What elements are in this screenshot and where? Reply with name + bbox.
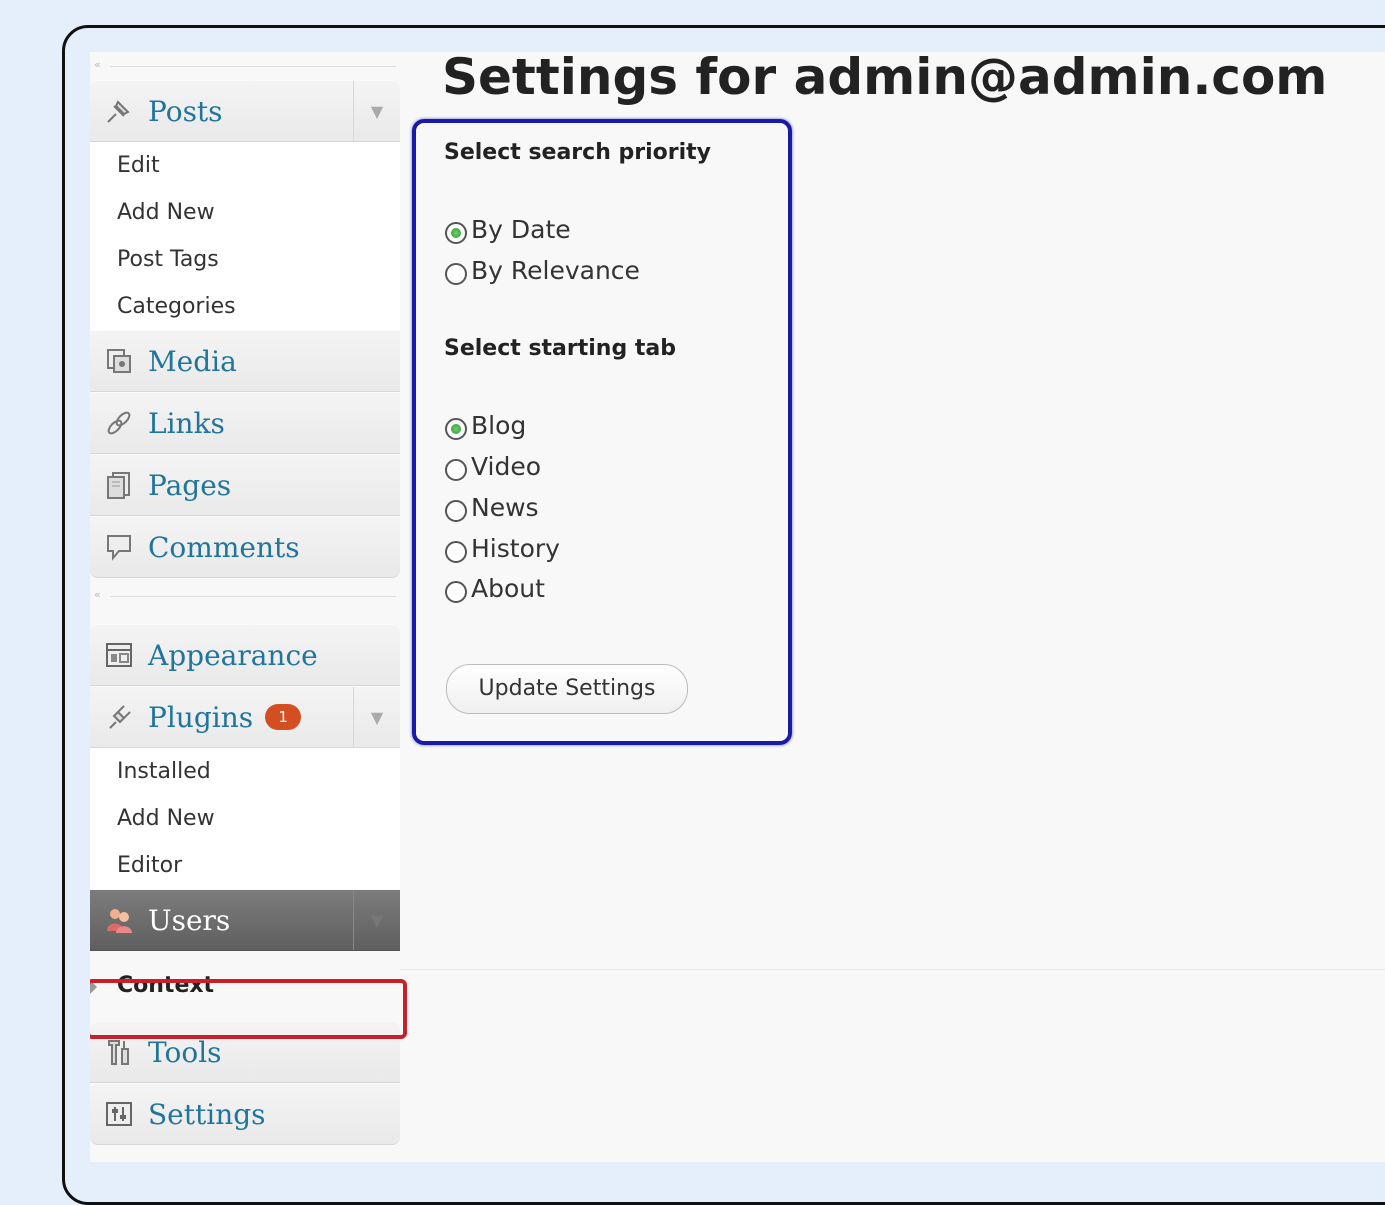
submenu-item-editor[interactable]: Editor xyxy=(90,842,400,889)
radio-label: By Relevance xyxy=(471,256,640,285)
pushpin-icon xyxy=(102,94,136,128)
tools-icon xyxy=(102,1035,136,1069)
radio-by-relevance[interactable]: By Relevance xyxy=(445,256,640,285)
chevron-down-icon[interactable]: ▼ xyxy=(353,81,400,141)
radio-blog[interactable]: Blog xyxy=(445,411,526,440)
menu-plugins-label: Plugins xyxy=(148,700,254,734)
menu-posts[interactable]: Posts ▼ xyxy=(90,80,400,142)
radio-button[interactable] xyxy=(445,262,467,285)
users-icon xyxy=(102,903,136,937)
divider-line xyxy=(400,969,1385,970)
submenu-item-add-new[interactable]: Add New xyxy=(90,795,400,842)
menu-media[interactable]: Media xyxy=(90,330,400,392)
radio-button[interactable] xyxy=(445,499,467,522)
radio-label: By Date xyxy=(471,215,571,244)
menu-links[interactable]: Links xyxy=(90,392,400,454)
menu-separator[interactable]: « xyxy=(90,578,400,624)
radio-about[interactable]: About xyxy=(445,574,545,603)
menu-settings-label: Settings xyxy=(148,1097,266,1131)
menu-appearance-label: Appearance xyxy=(148,638,318,672)
wp-admin-canvas: « Posts ▼ Edit Add New Post Tags Categor… xyxy=(90,52,1385,1162)
radio-button[interactable] xyxy=(445,417,467,440)
menu-comments-label: Comments xyxy=(148,530,300,564)
menu-separator[interactable]: « xyxy=(90,52,400,80)
update-count-badge: 1 xyxy=(265,704,302,730)
menu-links-label: Links xyxy=(148,406,225,440)
comment-bubble-icon xyxy=(102,530,136,564)
menu-comments[interactable]: Comments xyxy=(90,516,400,578)
submenu-item-post-tags[interactable]: Post Tags xyxy=(90,236,400,283)
menu-appearance[interactable]: Appearance xyxy=(90,624,400,686)
menu-plugins[interactable]: Plugins 1 ▼ xyxy=(90,686,400,748)
menu-posts-label: Posts xyxy=(148,94,223,128)
radio-button[interactable] xyxy=(445,580,467,603)
radio-history[interactable]: History xyxy=(445,534,560,563)
radio-label: History xyxy=(471,534,560,563)
link-icon xyxy=(102,406,136,440)
menu-pages-label: Pages xyxy=(148,468,232,502)
menu-tools-label: Tools xyxy=(148,1035,222,1069)
radio-news[interactable]: News xyxy=(445,493,539,522)
radio-label: About xyxy=(471,574,545,603)
pages-icon xyxy=(102,468,136,502)
radio-video[interactable]: Video xyxy=(445,452,541,481)
update-settings-button[interactable]: Update Settings xyxy=(446,664,688,714)
radio-label: Video xyxy=(471,452,542,481)
submenu-item-edit[interactable]: Edit xyxy=(90,142,400,189)
submenu-item-categories[interactable]: Categories xyxy=(90,283,400,330)
context-highlight-box xyxy=(90,979,407,1039)
appearance-icon xyxy=(102,638,136,672)
page-title: Settings for admin@admin.com xyxy=(442,52,1328,106)
menu-settings[interactable]: Settings xyxy=(90,1083,400,1145)
plug-icon xyxy=(102,700,136,734)
starting-tab-label: Select starting tab xyxy=(444,336,676,361)
submenu-item-add-new[interactable]: Add New xyxy=(90,189,400,236)
chevron-down-icon[interactable]: ▼ xyxy=(353,890,400,950)
collapse-icon[interactable]: « xyxy=(94,588,101,601)
posts-submenu: Edit Add New Post Tags Categories xyxy=(90,142,400,330)
plugins-submenu: Installed Add New Editor xyxy=(90,748,400,889)
menu-media-label: Media xyxy=(148,344,237,378)
menu-pages[interactable]: Pages xyxy=(90,454,400,516)
radio-button[interactable] xyxy=(445,540,467,563)
chevron-down-icon[interactable]: ▼ xyxy=(353,687,400,747)
radio-button[interactable] xyxy=(445,458,467,481)
collapse-icon[interactable]: « xyxy=(94,58,101,71)
radio-label: Blog xyxy=(471,411,527,440)
submenu-item-installed[interactable]: Installed xyxy=(90,748,400,795)
search-priority-label: Select search priority xyxy=(444,140,712,165)
menu-users-label: Users xyxy=(148,903,231,937)
radio-button[interactable] xyxy=(445,221,467,244)
settings-icon xyxy=(102,1097,136,1131)
media-icon xyxy=(102,344,136,378)
radio-by-date[interactable]: By Date xyxy=(445,215,571,244)
menu-users[interactable]: Users ▼ xyxy=(90,889,400,951)
radio-label: News xyxy=(471,493,539,522)
